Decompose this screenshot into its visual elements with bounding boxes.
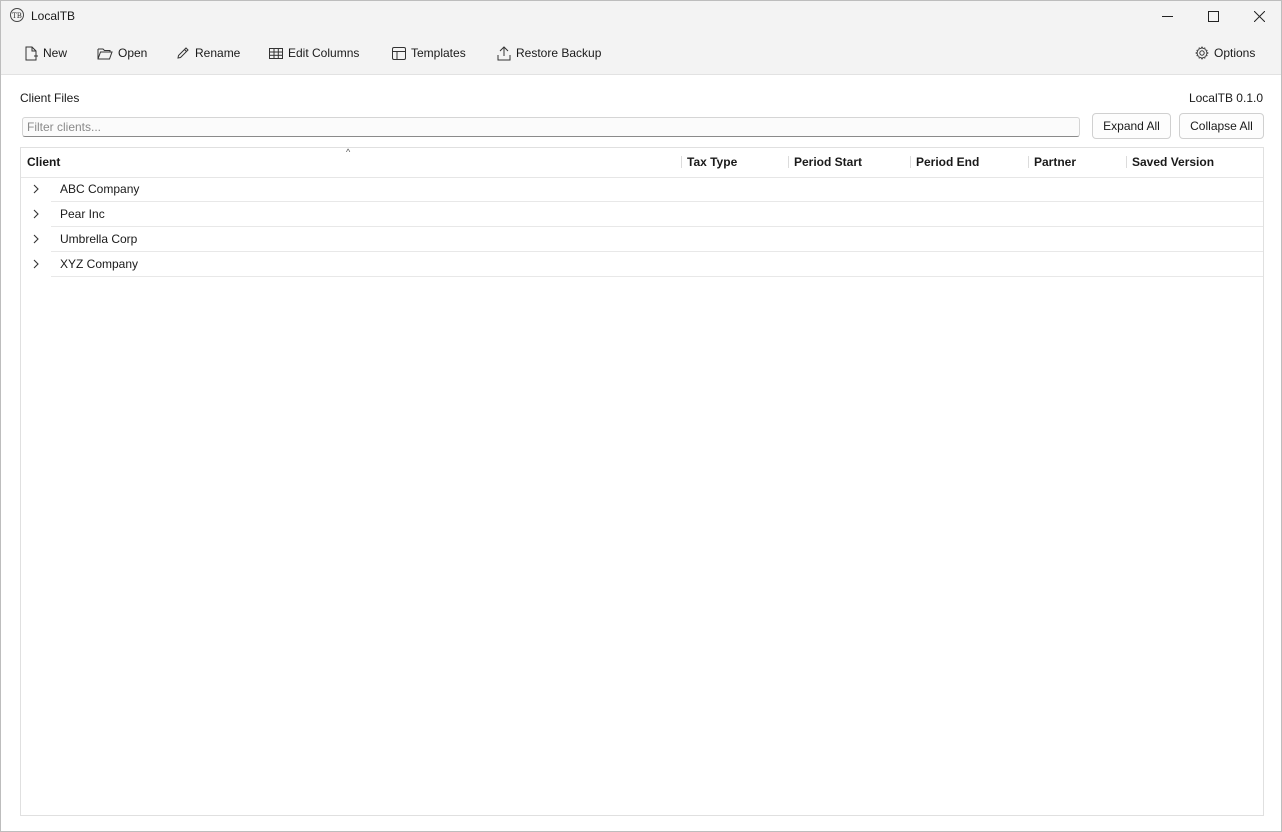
column-header-partner[interactable]: Partner [1028, 148, 1126, 177]
chevron-right-icon[interactable] [30, 233, 42, 245]
gear-icon [1195, 46, 1209, 60]
collapse-all-button[interactable]: Collapse All [1179, 113, 1264, 139]
maximize-icon [1207, 11, 1219, 22]
table-row[interactable]: Umbrella Corp [21, 227, 1263, 252]
rename-button-label: Rename [195, 46, 241, 60]
edit-columns-button[interactable]: Edit Columns [269, 43, 359, 63]
app-window: TB LocalTB New Open Rename Edit Columns … [0, 0, 1282, 832]
template-layout-icon [392, 46, 406, 60]
column-header-period-end[interactable]: Period End [910, 148, 1028, 177]
chevron-right-icon[interactable] [30, 258, 42, 270]
client-name: Pear Inc [60, 207, 105, 221]
new-file-icon [25, 46, 38, 60]
chevron-right-icon[interactable] [30, 208, 42, 220]
open-button[interactable]: Open [97, 43, 147, 63]
templates-button-label: Templates [411, 46, 466, 60]
options-button[interactable]: Options [1195, 43, 1255, 63]
expand-all-button[interactable]: Expand All [1092, 113, 1171, 139]
table-row[interactable]: ABC Company [21, 177, 1263, 202]
close-button[interactable] [1236, 1, 1281, 32]
restore-backup-button[interactable]: Restore Backup [497, 43, 601, 63]
minimize-icon [1161, 16, 1173, 17]
chevron-right-icon[interactable] [30, 183, 42, 195]
open-button-label: Open [118, 46, 148, 60]
edit-columns-button-label: Edit Columns [288, 46, 360, 60]
pencil-icon [177, 47, 189, 59]
table-row[interactable]: Pear Inc [21, 202, 1263, 227]
table-row[interactable]: XYZ Company [21, 252, 1263, 277]
options-button-label: Options [1214, 46, 1256, 60]
row-divider [51, 276, 1263, 277]
filter-clients-input[interactable] [22, 117, 1080, 137]
column-header-period-start[interactable]: Period Start [788, 148, 910, 177]
section-title: Client Files [20, 91, 80, 105]
restore-backup-button-label: Restore Backup [516, 46, 602, 60]
main-panel: Client Files LocalTB 0.1.0 Expand All Co… [1, 75, 1281, 831]
templates-button[interactable]: Templates [392, 43, 466, 63]
table-header: ^ Client Tax Type Period Start Period En… [21, 147, 1263, 178]
close-icon [1253, 11, 1265, 22]
version-label: LocalTB 0.1.0 [1188, 91, 1263, 105]
window-title: LocalTB [31, 9, 76, 23]
title-bar: TB LocalTB [1, 1, 1281, 32]
column-header-saved-version[interactable]: Saved Version [1126, 148, 1263, 177]
new-button-label: New [43, 46, 68, 60]
column-header-tax-type[interactable]: Tax Type [681, 148, 788, 177]
toolbar: New Open Rename Edit Columns Templates R… [1, 32, 1281, 75]
new-button[interactable]: New [24, 43, 67, 63]
client-name: Umbrella Corp [60, 232, 138, 246]
column-header-client[interactable]: Client [21, 148, 681, 177]
client-tree-table: ^ Client Tax Type Period Start Period En… [20, 147, 1264, 816]
upload-icon [497, 45, 511, 60]
rename-button[interactable]: Rename [176, 43, 240, 63]
folder-open-icon [97, 48, 113, 59]
maximize-button[interactable] [1190, 1, 1236, 32]
minimize-button[interactable] [1144, 1, 1190, 32]
client-name: ABC Company [60, 182, 140, 196]
app-logo-icon: TB [10, 8, 24, 22]
table-grid-icon [269, 47, 283, 59]
client-name: XYZ Company [60, 257, 139, 271]
